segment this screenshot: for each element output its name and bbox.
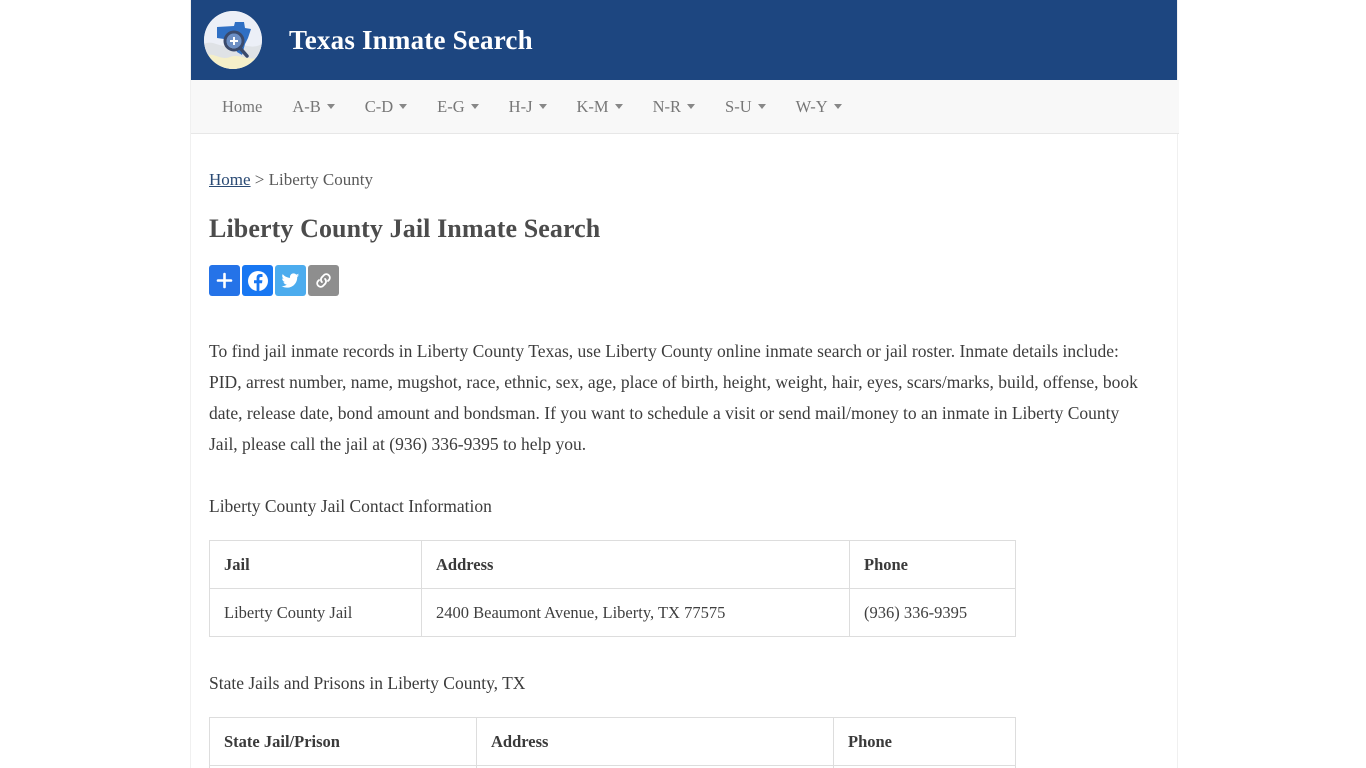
cell-jail-name: Liberty County Jail [209,588,422,637]
addthis-share-button[interactable] [209,265,240,296]
site-header: Texas Inmate Search [191,0,1177,80]
twitter-bird-icon [281,273,300,288]
state-jails-table: State Jail/Prison Address Phone Henley S… [209,717,1016,768]
column-header-state-jail: State Jail/Prison [209,717,477,766]
site-title: Texas Inmate Search [289,24,533,55]
table-row: Liberty County Jail 2400 Beaumont Avenue… [209,588,1016,637]
table-header-row: State Jail/Prison Address Phone [209,717,1016,766]
chevron-down-icon [470,104,479,109]
nav-item-label: N-R [652,96,682,116]
nav-item-k-m[interactable]: K-M [562,80,638,134]
nav-item-label: W-Y [795,96,828,116]
column-header-address: Address [421,540,850,589]
chevron-down-icon [833,104,842,109]
nav-item-label: Home [222,96,263,116]
nav-item-label: K-M [576,96,609,116]
share-buttons [200,265,1159,296]
nav-item-n-r[interactable]: N-R [638,80,710,134]
column-header-phone: Phone [833,717,1016,766]
intro-paragraph: To find jail inmate records in Liberty C… [209,341,1138,454]
cell-jail-address: 2400 Beaumont Avenue, Liberty, TX 77575 [421,588,850,637]
copy-link-button[interactable] [308,265,339,296]
table-header-row: Jail Address Phone [209,540,1016,589]
nav-item-home[interactable]: Home [207,80,277,134]
page-title: Liberty County Jail Inmate Search [209,214,601,243]
chain-link-icon [316,273,331,288]
chevron-down-icon [538,104,547,109]
contact-information-table: Jail Address Phone Liberty County Jail 2… [209,540,1016,637]
main-content: Home > Liberty County Liberty County Jai… [191,170,1177,768]
breadcrumb-separator: > [254,170,265,189]
texas-map-magnifier-icon[interactable] [204,11,262,69]
nav-item-a-b[interactable]: A-B [277,80,349,134]
facebook-share-button[interactable] [242,265,273,296]
nav-item-w-y[interactable]: W-Y [781,80,857,134]
site-container: Texas Inmate Search Home A-B C-D E-G H-J [190,0,1179,768]
chevron-down-icon [757,104,766,109]
column-header-jail: Jail [209,540,422,589]
breadcrumb-home-link[interactable]: Home [209,170,251,189]
nav-item-label: H-J [508,96,533,116]
chevron-down-icon [614,104,623,109]
chevron-down-icon [399,104,408,109]
cell-jail-phone: (936) 336-9395 [849,588,1016,637]
nav-item-h-j[interactable]: H-J [494,80,562,134]
twitter-share-button[interactable] [275,265,306,296]
plus-icon [216,272,233,289]
nav-item-c-d[interactable]: C-D [350,80,422,134]
chevron-down-icon [326,104,335,109]
contact-section-label: Liberty County Jail Contact Information [209,496,492,516]
page-root: Texas Inmate Search Home A-B C-D E-G H-J [0,0,1366,768]
facebook-icon [247,270,268,291]
column-header-phone: Phone [849,540,1016,589]
breadcrumb-current: Liberty County [268,170,373,189]
main-navigation: Home A-B C-D E-G H-J K-M N-R S-U W-Y [191,80,1179,134]
state-section-label: State Jails and Prisons in Liberty Count… [209,673,526,693]
column-header-address: Address [476,717,834,766]
nav-item-label: S-U [725,96,752,116]
nav-item-s-u[interactable]: S-U [710,80,781,134]
breadcrumb: Home > Liberty County [200,170,1159,190]
nav-item-label: C-D [364,96,394,116]
chevron-down-icon [687,104,696,109]
nav-item-label: A-B [292,96,321,116]
nav-item-e-g[interactable]: E-G [422,80,494,134]
nav-item-label: E-G [437,96,465,116]
